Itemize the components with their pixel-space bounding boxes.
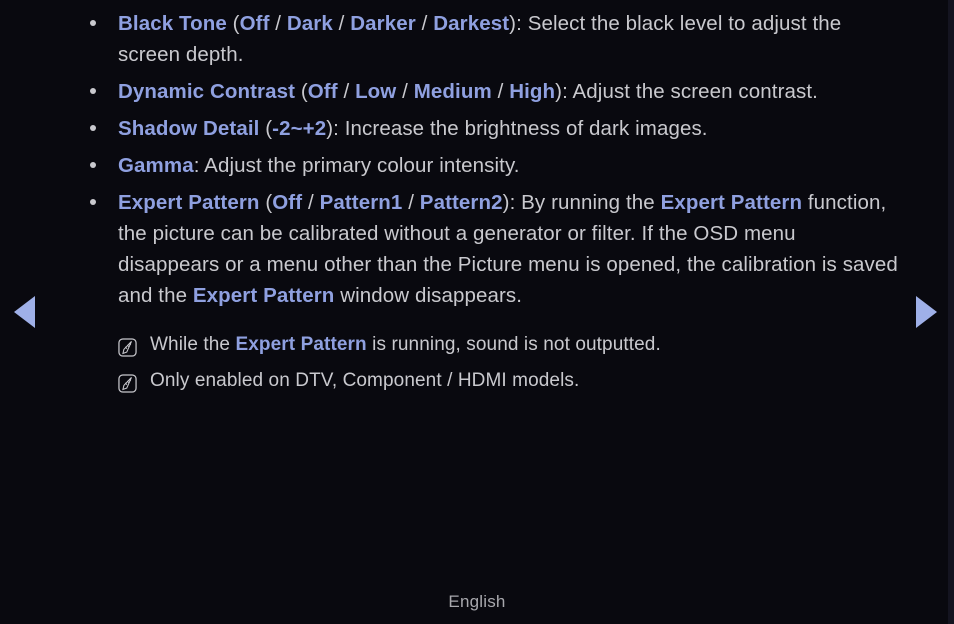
- keyword-text: Expert Pattern: [192, 284, 335, 307]
- body-text: ): By running the: [502, 191, 661, 214]
- footer-language-label: English: [448, 592, 506, 611]
- body-text: window disappears.: [334, 284, 523, 307]
- page-content: Black Tone (Off / Dark / Darker / Darkes…: [0, 0, 954, 397]
- notes-spacer: [0, 317, 954, 325]
- body-text: is running, sound is not outputted.: [366, 334, 661, 355]
- bullet-list: Black Tone (Off / Dark / Darker / Darkes…: [0, 8, 954, 311]
- body-text: : Adjust the primary colour intensity.: [193, 154, 520, 177]
- keyword-text: Darkest: [433, 12, 510, 35]
- body-text: (: [226, 12, 240, 35]
- body-text: /: [269, 12, 287, 35]
- body-text: (: [295, 80, 308, 103]
- bullet-dot-icon: [90, 88, 96, 94]
- keyword-text: Gamma: [118, 154, 194, 177]
- keyword-text: Medium: [413, 80, 492, 103]
- body-text: /: [491, 80, 510, 103]
- body-text: While the: [150, 334, 236, 355]
- previous-page-arrow-icon[interactable]: [14, 296, 35, 328]
- body-text: ): Adjust the screen contrast.: [555, 80, 818, 103]
- keyword-text: Dark: [286, 12, 333, 35]
- keyword-text: Off: [272, 191, 303, 214]
- note-item: While the Expert Pattern is running, sou…: [0, 329, 954, 361]
- keyword-text: Expert Pattern: [235, 334, 367, 355]
- next-page-arrow-icon[interactable]: [916, 296, 937, 328]
- body-text: (: [259, 117, 273, 140]
- keyword-text: -2~+2: [272, 117, 327, 140]
- body-text: /: [415, 12, 434, 35]
- keyword-text: Low: [355, 80, 397, 103]
- body-text: /: [302, 191, 320, 214]
- note-memo-icon: [118, 372, 137, 393]
- ebook-page: Black Tone (Off / Dark / Darker / Darkes…: [0, 0, 954, 624]
- note-list: While the Expert Pattern is running, sou…: [0, 329, 954, 397]
- note-item: Only enabled on DTV, Component / HDMI mo…: [0, 365, 954, 397]
- keyword-text: Off: [307, 80, 338, 103]
- keyword-text: Dynamic Contrast: [118, 80, 296, 103]
- body-text: /: [402, 191, 420, 214]
- list-item: Expert Pattern (Off / Pattern1 / Pattern…: [0, 187, 954, 311]
- keyword-text: Expert Pattern: [660, 191, 803, 214]
- list-item: Dynamic Contrast (Off / Low / Medium / H…: [0, 76, 954, 107]
- body-text: ): Increase the brightness of dark image…: [326, 117, 708, 140]
- keyword-text: Shadow Detail: [118, 117, 260, 140]
- keyword-text: Pattern2: [419, 191, 503, 214]
- keyword-text: Pattern1: [319, 191, 403, 214]
- keyword-text: Darker: [350, 12, 416, 35]
- keyword-text: Black Tone: [118, 12, 227, 35]
- keyword-text: High: [509, 80, 556, 103]
- list-item: Shadow Detail (-2~+2): Increase the brig…: [0, 113, 954, 144]
- body-text: (: [259, 191, 273, 214]
- keyword-text: Off: [239, 12, 270, 35]
- list-item: Gamma: Adjust the primary colour intensi…: [0, 150, 954, 181]
- body-text: /: [396, 80, 414, 103]
- note-memo-icon: [118, 336, 137, 357]
- bullet-dot-icon: [90, 20, 96, 26]
- keyword-text: Expert Pattern: [118, 191, 260, 214]
- body-text: /: [332, 12, 351, 35]
- bullet-dot-icon: [90, 199, 96, 205]
- body-text: Only enabled on DTV, Component / HDMI mo…: [150, 370, 580, 391]
- bullet-dot-icon: [90, 162, 96, 168]
- body-text: /: [337, 80, 356, 103]
- list-item: Black Tone (Off / Dark / Darker / Darkes…: [0, 8, 954, 70]
- bullet-dot-icon: [90, 125, 96, 131]
